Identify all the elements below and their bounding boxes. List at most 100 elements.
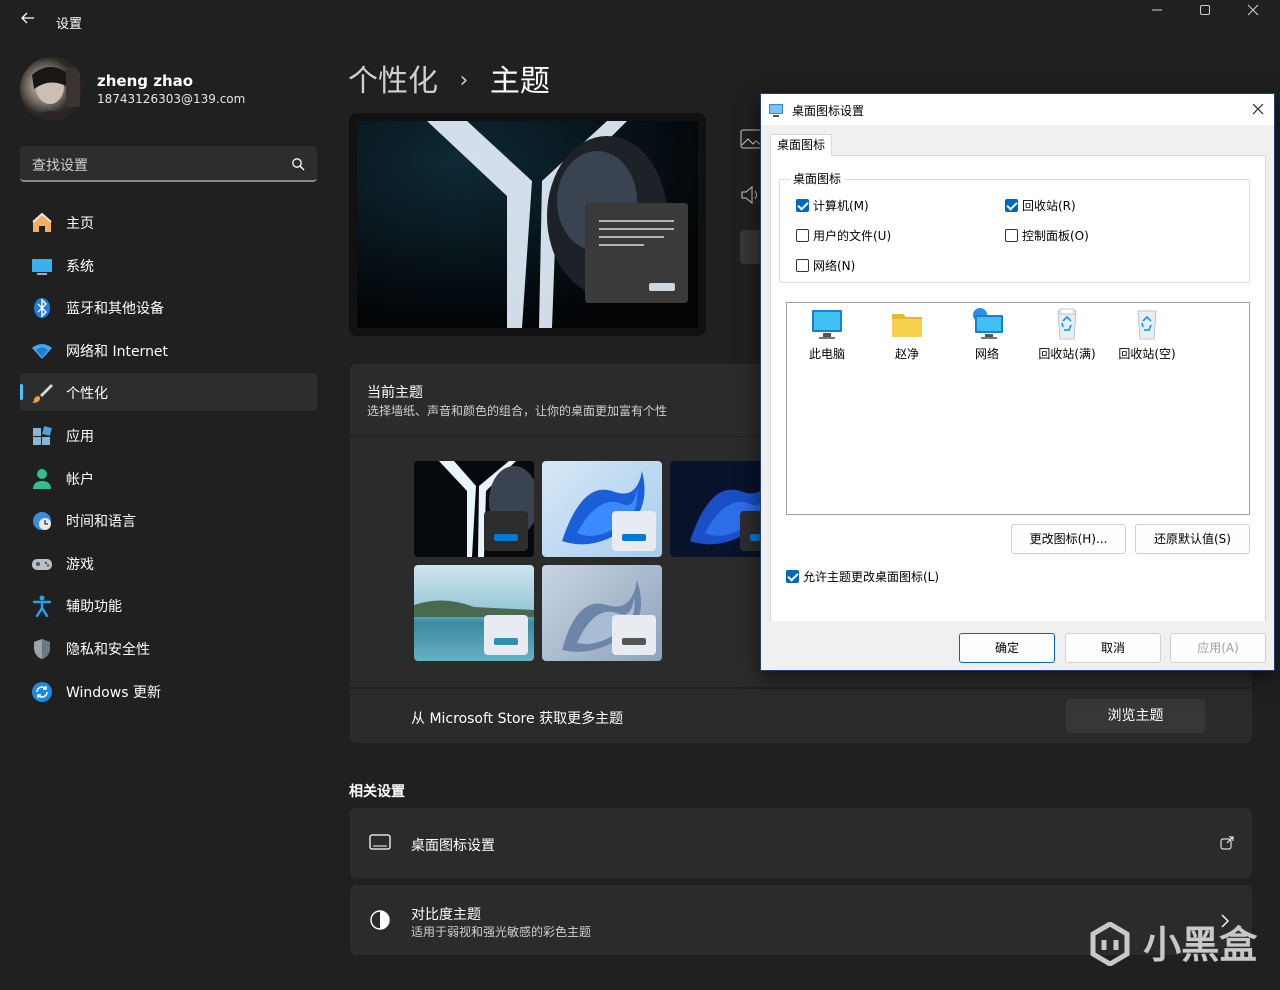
sidebar-item-label: 帐户 [66, 471, 94, 488]
theme-thumbnail[interactable] [542, 565, 662, 661]
search-placeholder: 查找设置 [32, 158, 88, 174]
theme-preview [349, 113, 706, 336]
dialog-close-icon[interactable] [1252, 100, 1264, 119]
checkbox-label: 计算机(M) [813, 199, 869, 213]
desktop-icons-group-label: 桌面图标 [790, 170, 845, 187]
list-item-label: 回收站(空) [1118, 347, 1176, 361]
sidebar-item-windows-update[interactable]: Windows 更新 [20, 672, 317, 710]
speaker-icon[interactable] [740, 184, 762, 206]
checkbox-checked-icon [786, 570, 799, 583]
sidebar-item-label: 隐私和安全性 [66, 641, 150, 658]
apps-icon [31, 425, 52, 445]
sidebar-item-label: 主页 [66, 216, 94, 232]
sidebar-item-accessibility[interactable]: 辅助功能 [20, 586, 317, 624]
sidebar-item-privacy[interactable]: 隐私和安全性 [20, 629, 317, 667]
contrast-themes-sub: 适用于弱视和强光敏感的彩色主题 [411, 925, 592, 939]
network-icon [969, 307, 1005, 341]
image-icon[interactable] [740, 128, 762, 150]
theme-thumbnail[interactable] [414, 461, 534, 557]
browse-themes-button[interactable]: 浏览主题 [1066, 699, 1205, 733]
list-item-network[interactable]: 网络 [947, 307, 1027, 362]
desktop-icon-list[interactable]: 此电脑 赵净 网络 回收站(满) 回收站(空) [786, 302, 1250, 515]
list-item-recycle-bin-full[interactable]: 回收站(满) [1027, 307, 1107, 362]
breadcrumb-parent[interactable]: 个性化 [348, 64, 438, 99]
sidebar-item-label: Windows 更新 [66, 684, 161, 701]
thumb-window-preview [484, 511, 528, 551]
thumb-accent-bar [494, 638, 518, 645]
sidebar-item-gaming[interactable]: 游戏 [20, 544, 317, 582]
bluetooth-icon [31, 297, 51, 319]
theme-thumbnail[interactable] [414, 565, 534, 661]
search-input[interactable]: 查找设置 [20, 146, 317, 182]
sidebar-item-label: 网络和 Internet [66, 343, 169, 360]
checkbox-label: 允许主题更改桌面图标(L) [803, 570, 940, 584]
title-bar: 设置 [0, 0, 1280, 42]
user-profile[interactable]: zheng zhao 18743126303@139.com [20, 57, 320, 121]
checkbox-label: 回收站(R) [1022, 199, 1076, 213]
tab-desktop-icons[interactable]: 桌面图标 [770, 134, 832, 156]
sidebar-item-label: 辅助功能 [66, 599, 122, 616]
sidebar-item-bluetooth[interactable]: 蓝牙和其他设备 [20, 288, 317, 326]
checkbox-unchecked-icon [796, 259, 809, 272]
thumb-window-preview [612, 615, 656, 655]
recycle-bin-empty-icon [1129, 307, 1165, 341]
desktop-icon-settings-row[interactable]: 桌面图标设置 [350, 808, 1252, 878]
ok-button[interactable]: 确定 [959, 633, 1055, 663]
list-item-recycle-bin-empty[interactable]: 回收站(空) [1107, 307, 1187, 362]
maximize-icon[interactable] [1182, 4, 1228, 22]
allow-themes-checkbox[interactable]: 允许主题更改桌面图标(L) [786, 568, 939, 585]
current-theme-subtitle: 选择墙纸、声音和颜色的组合，让你的桌面更加富有个性 [367, 404, 668, 418]
user-icon [31, 468, 51, 489]
change-icon-button[interactable]: 更改图标(H)... [1011, 524, 1126, 554]
breadcrumb-separator: › [459, 68, 469, 93]
list-item-label: 赵净 [894, 347, 919, 361]
apply-button[interactable]: 应用(A) [1170, 633, 1266, 663]
sidebar-item-system[interactable]: 系统 [20, 246, 317, 284]
sidebar-item-personalization[interactable]: 个性化 [20, 373, 317, 412]
watermark-text: 小黑盒 [1143, 923, 1258, 967]
sidebar-item-home[interactable]: 主页 [20, 203, 317, 241]
update-icon [31, 681, 52, 702]
thumb-window-preview [484, 615, 528, 655]
sidebar-item-accounts[interactable]: 帐户 [20, 459, 317, 497]
wifi-icon [31, 340, 52, 360]
control-panel-checkbox[interactable]: 控制面板(O) [1005, 227, 1089, 244]
app-title: 设置 [56, 17, 83, 32]
sidebar-item-apps[interactable]: 应用 [20, 416, 317, 454]
thumb-window-preview [612, 511, 656, 551]
dialog-titlebar[interactable]: 桌面图标设置 [761, 94, 1274, 125]
close-icon[interactable] [1230, 4, 1276, 22]
sidebar-item-network[interactable]: 网络和 Internet [20, 331, 317, 369]
current-theme-title: 当前主题 [367, 385, 423, 401]
sidebar-item-label: 系统 [66, 258, 94, 275]
list-item-user-folder[interactable]: 赵净 [867, 307, 947, 362]
home-icon [31, 212, 52, 232]
restore-default-button[interactable]: 还原默认值(S) [1135, 524, 1250, 554]
checkbox-label: 控制面板(O) [1022, 229, 1089, 243]
recycle-bin-checkbox[interactable]: 回收站(R) [1005, 197, 1076, 214]
user-email: 18743126303@139.com [97, 92, 246, 106]
desktop-icon [369, 833, 391, 857]
open-external-icon [1220, 835, 1234, 854]
recycle-bin-full-icon [1049, 307, 1085, 341]
active-indicator [20, 384, 23, 401]
computer-checkbox[interactable]: 计算机(M) [796, 197, 869, 214]
search-icon[interactable] [291, 156, 305, 171]
sidebar-item-time-language[interactable]: 时间和语言 [20, 501, 317, 539]
sidebar-item-label: 游戏 [66, 556, 94, 573]
network-checkbox[interactable]: 网络(N) [796, 257, 855, 274]
watermark-logo: 小黑盒 [1090, 914, 1257, 969]
breadcrumb-current: 主题 [489, 64, 550, 99]
back-arrow-icon[interactable] [18, 10, 38, 30]
sidebar-item-label: 应用 [66, 428, 94, 445]
accessibility-icon [31, 595, 52, 618]
clock-globe-icon [31, 510, 51, 531]
contrast-icon [369, 909, 391, 935]
store-label: 从 Microsoft Store 获取更多主题 [411, 711, 624, 727]
user-files-checkbox[interactable]: 用户的文件(U) [796, 227, 891, 244]
list-item-this-pc[interactable]: 此电脑 [787, 307, 867, 362]
theme-thumbnail[interactable] [542, 461, 662, 557]
minimize-icon[interactable] [1134, 4, 1180, 22]
cancel-button[interactable]: 取消 [1065, 633, 1161, 663]
dialog-app-icon [768, 102, 784, 118]
